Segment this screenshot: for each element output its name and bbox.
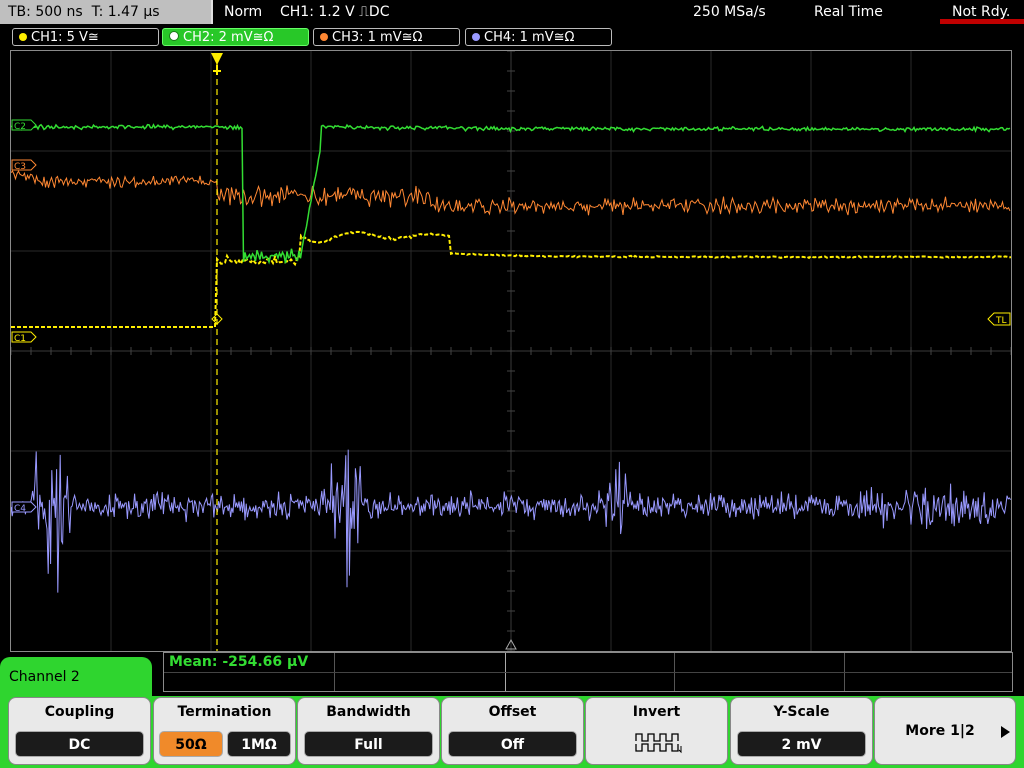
- coupling-softkey[interactable]: Coupling DC: [8, 697, 151, 765]
- waveform-display[interactable]: C1 C2 C3 C4 TL: [10, 50, 1012, 652]
- trigger-source[interactable]: CH1: 1.2 V ⎍DC: [280, 0, 389, 24]
- offset-softkey[interactable]: Offset Off: [441, 697, 584, 765]
- yscale-title: Y-Scale: [773, 704, 830, 720]
- timebase-readout[interactable]: TB: 500 ns T: 1.47 µs: [0, 0, 213, 24]
- ch4-dot-icon: [472, 33, 480, 41]
- waveform-canvas: C1 C2 C3 C4 TL: [11, 51, 1011, 651]
- trigger-level-marker: TL: [987, 312, 1011, 326]
- bandwidth-value[interactable]: Full: [304, 731, 433, 757]
- ch2-ground-marker: C2: [11, 119, 37, 132]
- tab-ch4-label: CH4: 1 mV≅Ω: [484, 30, 575, 45]
- trigger-time-value: T: 1.47 µs: [91, 4, 160, 20]
- tab-ch2[interactable]: CH2: 2 mV≅Ω: [162, 28, 309, 46]
- graticule: [11, 51, 1011, 651]
- bandwidth-title: Bandwidth: [326, 704, 411, 720]
- timebase-value: TB: 500 ns: [8, 4, 83, 20]
- menu-title: Channel 2: [9, 669, 80, 685]
- ch1-dot-icon: [19, 33, 27, 41]
- acquisition-mode: Real Time: [814, 4, 883, 20]
- termination-title: Termination: [177, 704, 272, 720]
- ch3-ground-marker: C3: [11, 159, 37, 172]
- offset-title: Offset: [488, 704, 537, 720]
- tab-ch4[interactable]: CH4: 1 mV≅Ω: [465, 28, 612, 46]
- ch1-ground-marker: C1: [11, 331, 37, 344]
- trigger-mode[interactable]: Norm: [224, 0, 262, 24]
- yscale-softkey[interactable]: Y-Scale 2 mV: [730, 697, 873, 765]
- ch3-dot-icon: [320, 33, 328, 41]
- yscale-value[interactable]: 2 mV: [737, 731, 866, 757]
- bandwidth-softkey[interactable]: Bandwidth Full: [297, 697, 440, 765]
- svg-text:TL: TL: [995, 316, 1007, 326]
- svg-text:C4: C4: [14, 504, 26, 514]
- invert-title: Invert: [632, 704, 681, 720]
- arrow-right-icon: [1001, 726, 1010, 738]
- tab-ch3[interactable]: CH3: 1 mV≅Ω: [313, 28, 460, 46]
- trigger-position-marker: [211, 53, 223, 65]
- coupling-value[interactable]: DC: [15, 731, 144, 757]
- invert-waveform-icon: [635, 733, 682, 754]
- svg-text:C3: C3: [14, 162, 26, 172]
- sample-rate: 250 MSa/s: [693, 4, 766, 20]
- more-softkey[interactable]: More 1|2: [874, 697, 1016, 765]
- tab-ch2-label: CH2: 2 mV≅Ω: [183, 30, 274, 45]
- tab-ch1-label: CH1: 5 V≅: [31, 30, 99, 45]
- coupling-title: Coupling: [44, 704, 115, 720]
- svg-text:C2: C2: [14, 122, 26, 132]
- more-title: More 1|2: [905, 723, 975, 739]
- status-bar: TB: 500 ns T: 1.47 µs Norm CH1: 1.2 V ⎍D…: [0, 0, 1024, 26]
- mean-measurement: Mean: -254.66 µV: [169, 654, 309, 670]
- ready-status: Not Rdy.: [952, 4, 1011, 20]
- invert-softkey[interactable]: Invert: [585, 697, 728, 765]
- tab-ch3-label: CH3: 1 mV≅Ω: [332, 30, 423, 45]
- tab-ch1[interactable]: CH1: 5 V≅: [12, 28, 159, 46]
- ch2-dot-icon: [169, 31, 179, 41]
- termination-softkey[interactable]: Termination 50Ω 1MΩ: [153, 697, 296, 765]
- termination-1mohm-option[interactable]: 1MΩ: [227, 731, 291, 757]
- termination-50ohm-option[interactable]: 50Ω: [159, 731, 223, 757]
- svg-text:C1: C1: [14, 334, 26, 344]
- offset-value[interactable]: Off: [448, 731, 577, 757]
- ch4-ground-marker: C4: [11, 501, 37, 514]
